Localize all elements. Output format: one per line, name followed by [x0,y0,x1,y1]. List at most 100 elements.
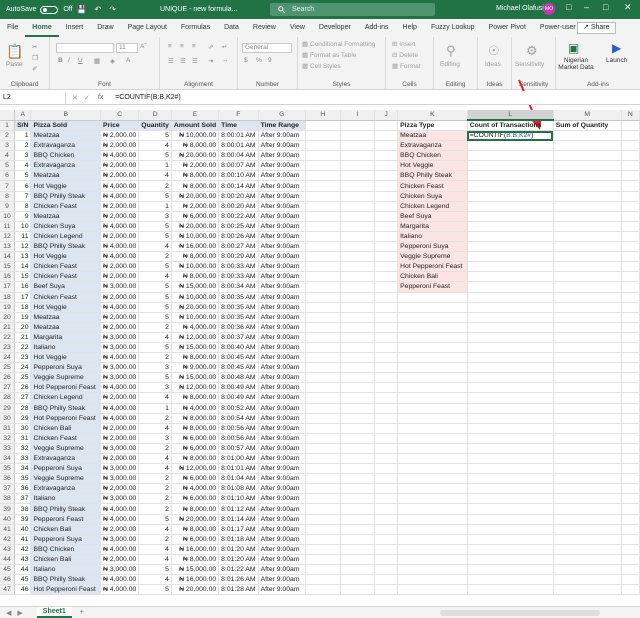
add-sheet-button[interactable]: + [80,609,84,616]
cell[interactable]: ₦ 2,000.00 [100,423,140,434]
cell[interactable] [621,251,640,263]
cell[interactable] [374,261,399,273]
cell[interactable]: After 9:00am [258,322,306,333]
cell[interactable] [553,292,622,303]
cell[interactable]: ₦ 6,000.00 [171,534,220,545]
cell[interactable]: 12 [14,241,32,253]
cell[interactable]: Extravaganza [30,160,102,172]
cell[interactable] [467,251,554,263]
cell[interactable] [374,140,399,152]
cell[interactable]: Pepperoni Suya [30,534,102,545]
cell[interactable]: BBQ Philly Steak [30,574,102,586]
cell[interactable]: 5 [138,221,172,232]
cell[interactable] [374,211,399,222]
cell[interactable]: 8 [14,201,32,212]
cell[interactable]: 2 [138,180,172,192]
cell[interactable]: 8:00:33 AM [218,261,259,273]
cell[interactable] [374,170,399,182]
bold-button[interactable]: B [58,57,63,64]
cell[interactable] [340,372,376,384]
autosave-toggle[interactable] [40,5,59,14]
cell[interactable] [467,362,554,374]
cell[interactable]: 5 [138,261,172,273]
cell[interactable]: 22 [14,342,32,354]
pizza-type-cell[interactable]: Chicken Bali [397,271,468,283]
cell[interactable]: ₦ 4,000.00 [100,514,140,525]
cell[interactable] [621,463,640,475]
row-header[interactable]: 11 [0,221,16,232]
cell[interactable] [467,443,554,455]
cell[interactable] [340,160,376,172]
tab-fuzzy-lookup[interactable]: Fuzzy Lookup [424,19,482,37]
cell[interactable] [397,403,468,414]
cell[interactable] [553,362,622,374]
row-header[interactable]: 27 [0,382,16,394]
cell[interactable]: After 9:00am [258,221,306,232]
cell[interactable]: ₦ 2,000.00 [100,271,140,283]
cell[interactable]: ₦ 3,000.00 [100,332,140,343]
cell[interactable]: ₦ 2,000.00 [171,160,220,172]
cell[interactable]: ₦ 10,000.00 [171,312,220,323]
cell[interactable] [553,322,622,333]
cell[interactable]: 7 [14,191,32,202]
cell[interactable] [397,524,468,535]
tab-view[interactable]: View [283,19,312,37]
align-top-icon[interactable]: ≡ [168,43,172,50]
cell[interactable] [621,322,640,333]
cell[interactable]: Chicken Legend [30,392,102,404]
cell[interactable]: 2 [138,251,172,263]
cell[interactable] [553,423,622,434]
cell[interactable]: After 9:00am [258,433,306,444]
cell[interactable]: ₦ 20,000.00 [171,221,220,232]
cell[interactable]: 8:00:35 AM [218,302,259,313]
cell[interactable] [340,463,376,475]
cell[interactable]: Veggie Supreme [30,443,102,455]
row-header[interactable]: 37 [0,483,16,495]
cell[interactable]: 8:00:10 AM [218,170,259,182]
cell[interactable] [397,302,468,313]
cell[interactable] [553,271,622,283]
cell[interactable] [374,120,399,131]
row-header[interactable]: 6 [0,170,16,182]
cell[interactable]: 8:01:28 AM [218,584,259,596]
cell[interactable]: 5 [138,514,172,525]
header-cell[interactable]: Amount Sold [171,120,220,131]
cell[interactable] [553,251,622,263]
cell[interactable]: 24 [14,362,32,374]
cell[interactable]: ₦ 2,000.00 [100,130,140,142]
cell[interactable] [553,140,622,152]
cell[interactable] [621,302,640,313]
cell[interactable]: ₦ 15,000.00 [171,372,220,384]
cell[interactable] [374,403,399,414]
cell[interactable] [621,140,640,152]
cell[interactable]: 8:01:10 AM [218,493,259,505]
cell[interactable]: 5 [138,342,172,354]
cell[interactable]: ₦ 3,000.00 [100,534,140,545]
cell[interactable]: 2 [138,483,172,495]
cell[interactable] [340,271,376,283]
cell[interactable] [553,413,622,424]
cell[interactable] [305,382,341,394]
cell[interactable] [397,312,468,323]
cell[interactable] [467,524,554,535]
tab-home[interactable]: Home [25,19,59,37]
cell[interactable] [340,534,376,545]
cell[interactable] [467,231,554,243]
cell[interactable] [374,544,399,555]
cell[interactable]: 8:00:07 AM [218,160,259,172]
cell[interactable] [374,342,399,354]
cell[interactable] [553,312,622,323]
cell[interactable]: 2 [14,140,32,152]
cell[interactable]: 14 [14,261,32,273]
cell[interactable]: ₦ 2,000.00 [100,170,140,182]
cell[interactable]: Chicken Feast [30,271,102,283]
cell[interactable]: Chicken Feast [30,201,102,212]
cell[interactable]: ₦ 3,000.00 [100,443,140,455]
cell[interactable] [553,382,622,394]
cell[interactable]: ₦ 2,000.00 [100,201,140,212]
cell[interactable]: ₦ 20,000.00 [171,191,220,202]
cell[interactable]: ₦ 2,000.00 [100,483,140,495]
cell[interactable]: Chicken Suya [30,221,102,232]
row-header[interactable]: 7 [0,180,16,192]
cell[interactable]: After 9:00am [258,392,306,404]
